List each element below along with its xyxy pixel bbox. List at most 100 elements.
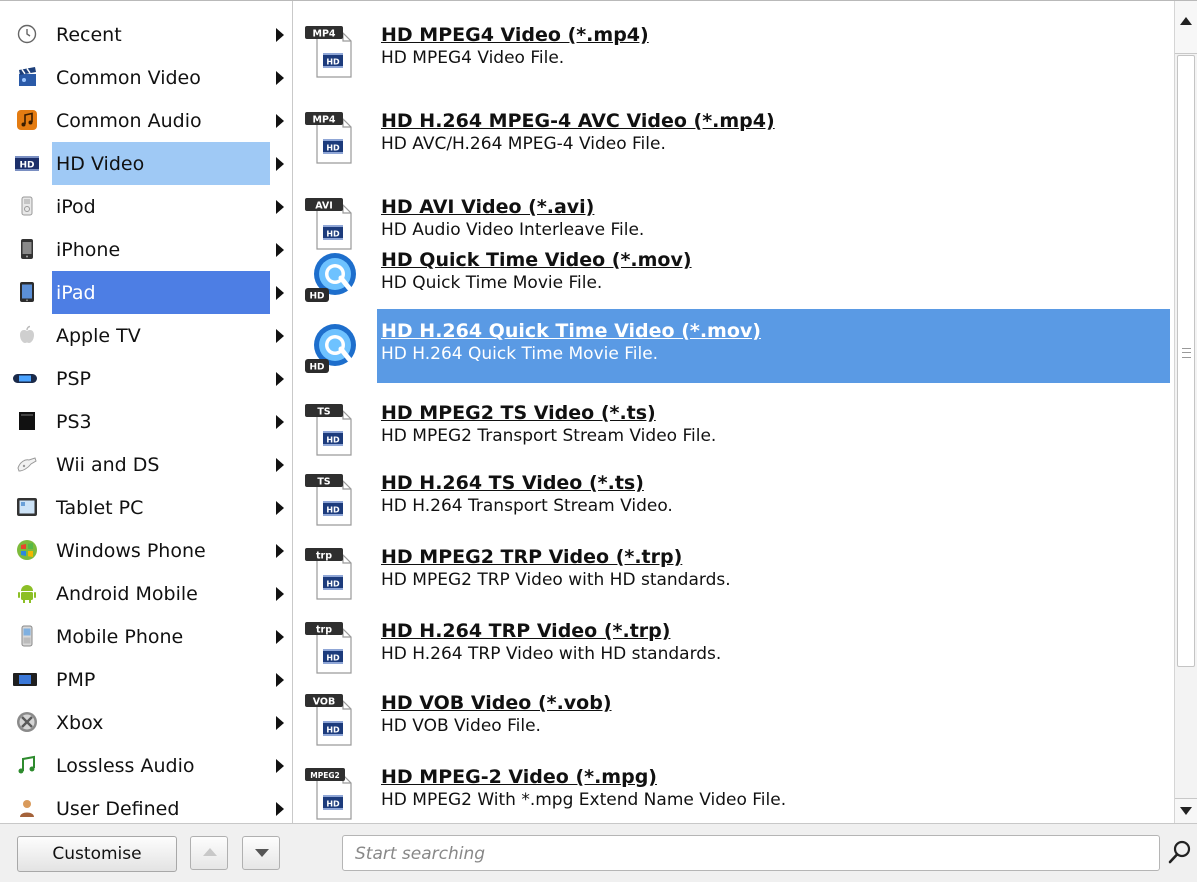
format-description: HD VOB Video File.	[381, 716, 541, 736]
category-item-xbox[interactable]: Xbox	[0, 701, 292, 744]
submenu-arrow-icon	[276, 114, 284, 128]
category-label: Lossless Audio	[56, 755, 195, 777]
format-title: HD AVI Video (*.avi)	[381, 196, 595, 218]
vertical-scrollbar[interactable]	[1174, 1, 1197, 823]
category-item-pmp[interactable]: PMP	[0, 658, 292, 701]
category-item-ipod[interactable]: iPod	[0, 185, 292, 228]
mp4-file-icon: MP4 HD	[305, 112, 352, 164]
quicktime-icon: HD	[305, 324, 356, 373]
user-icon	[20, 800, 34, 817]
category-item-android-mobile[interactable]: Android Mobile	[0, 572, 292, 615]
svg-text:HD: HD	[326, 436, 340, 445]
category-label: Tablet PC	[56, 497, 144, 519]
category-label: User Defined	[56, 798, 180, 820]
submenu-arrow-icon	[276, 71, 284, 85]
submenu-arrow-icon	[276, 243, 284, 257]
format-item[interactable]: MP4 HD HD MPEG4 Video (*.mp4) HD MPEG4 Vi…	[293, 13, 1173, 99]
svg-text:trp: trp	[316, 551, 332, 562]
category-item-lossless-audio[interactable]: Lossless Audio	[0, 744, 292, 787]
mp4-file-icon: MP4 HD	[305, 26, 352, 78]
category-label: PSP	[56, 368, 91, 390]
submenu-arrow-icon	[276, 329, 284, 343]
psp-icon	[13, 374, 37, 383]
arrow-down-icon	[255, 849, 269, 857]
category-item-tablet-pc[interactable]: Tablet PC	[0, 486, 292, 529]
submenu-arrow-icon	[276, 716, 284, 730]
arrow-up-icon	[203, 848, 217, 856]
category-label: iPad	[56, 282, 96, 304]
category-label: Android Mobile	[56, 583, 198, 605]
ps3-icon	[19, 412, 35, 430]
format-title: HD H.264 TS Video (*.ts)	[381, 472, 644, 494]
windows-logo-icon	[17, 540, 37, 560]
category-label: Windows Phone	[56, 540, 206, 562]
format-description: HD MPEG4 Video File.	[381, 48, 565, 68]
submenu-arrow-icon	[276, 372, 284, 386]
format-item[interactable]: MPEG2 HD HD MPEG-2 Video (*.mpg) HD MPEG2…	[293, 755, 1173, 823]
ipod-icon	[21, 196, 33, 216]
trp-file-icon: trp HD	[305, 622, 352, 674]
format-description: HD H.264 TRP Video with HD standards.	[381, 644, 722, 664]
customise-button[interactable]: Customise	[17, 836, 177, 872]
category-item-recent[interactable]: Recent	[0, 13, 292, 56]
svg-text:HD: HD	[309, 363, 324, 373]
submenu-arrow-icon	[276, 157, 284, 171]
format-description: HD H.264 Quick Time Movie File.	[381, 344, 659, 364]
svg-text:HD: HD	[326, 506, 340, 515]
format-title: HD MPEG4 Video (*.mp4)	[381, 24, 649, 46]
search-input[interactable]	[353, 840, 1147, 868]
format-description: HD MPEG2 Transport Stream Video File.	[381, 426, 717, 446]
category-item-common-video[interactable]: Common Video	[0, 56, 292, 99]
submenu-arrow-icon	[276, 544, 284, 558]
category-item-iphone[interactable]: iPhone	[0, 228, 292, 271]
category-item-ipad[interactable]: iPad	[0, 271, 292, 314]
search-icon[interactable]	[1167, 839, 1193, 867]
wii-controller-icon	[17, 457, 37, 472]
music-note-icon	[17, 110, 37, 130]
ipad-icon	[20, 282, 34, 302]
bottom-toolbar: Customise	[0, 823, 1197, 882]
svg-text:HD: HD	[309, 292, 324, 302]
move-down-button[interactable]	[242, 836, 280, 870]
category-item-ps3[interactable]: PS3	[0, 400, 292, 443]
category-item-user-defined[interactable]: User Defined	[0, 787, 292, 823]
category-item-apple-tv[interactable]: Apple TV	[0, 314, 292, 357]
svg-text:HD: HD	[19, 161, 34, 171]
category-item-mobile-phone[interactable]: Mobile Phone	[0, 615, 292, 658]
svg-text:HD: HD	[326, 800, 340, 809]
mpeg2-file-icon: MPEG2 HD	[305, 768, 352, 820]
svg-text:TS: TS	[317, 407, 330, 418]
scroll-thumb[interactable]	[1177, 55, 1195, 667]
format-item-selected[interactable]: HD HD H.264 Quick Time Video (*.mov) HD …	[293, 309, 1173, 395]
scroll-down-button[interactable]	[1175, 798, 1197, 823]
submenu-arrow-icon	[276, 415, 284, 429]
category-list: Recent Common Video Common Audio HD HD V…	[0, 1, 292, 823]
category-item-windows-phone[interactable]: Windows Phone	[0, 529, 292, 572]
submenu-arrow-icon	[276, 458, 284, 472]
svg-text:HD: HD	[326, 58, 340, 67]
category-label: iPhone	[56, 239, 121, 261]
tablet-icon	[17, 498, 37, 516]
category-item-wii-and-ds[interactable]: Wii and DS	[0, 443, 292, 486]
category-item-hd-video[interactable]: HD HD Video	[0, 142, 292, 185]
format-description: HD AVC/H.264 MPEG-4 Video File.	[381, 134, 666, 154]
format-title: HD H.264 TRP Video (*.trp)	[381, 620, 671, 642]
format-picker-window: Recent Common Video Common Audio HD HD V…	[0, 0, 1197, 882]
category-item-psp[interactable]: PSP	[0, 357, 292, 400]
format-title: HD H.264 MPEG-4 AVC Video (*.mp4)	[381, 110, 775, 132]
submenu-arrow-icon	[276, 673, 284, 687]
clock-icon	[17, 24, 37, 44]
grip-icon	[1182, 348, 1191, 358]
format-item[interactable]: MP4 HD HD H.264 MPEG-4 AVC Video (*.mp4) …	[293, 99, 1173, 185]
svg-text:VOB: VOB	[313, 697, 336, 708]
move-up-button[interactable]	[190, 836, 228, 870]
format-description: HD H.264 Transport Stream Video.	[381, 496, 673, 516]
category-item-common-audio[interactable]: Common Audio	[0, 99, 292, 142]
svg-text:MPEG2: MPEG2	[310, 771, 339, 780]
android-icon	[18, 585, 36, 603]
scroll-up-button[interactable]	[1175, 1, 1197, 54]
category-label: iPod	[56, 196, 96, 218]
submenu-arrow-icon	[276, 286, 284, 300]
ts-file-icon: TS HD	[305, 404, 352, 456]
format-title: HD Quick Time Video (*.mov)	[381, 249, 692, 271]
